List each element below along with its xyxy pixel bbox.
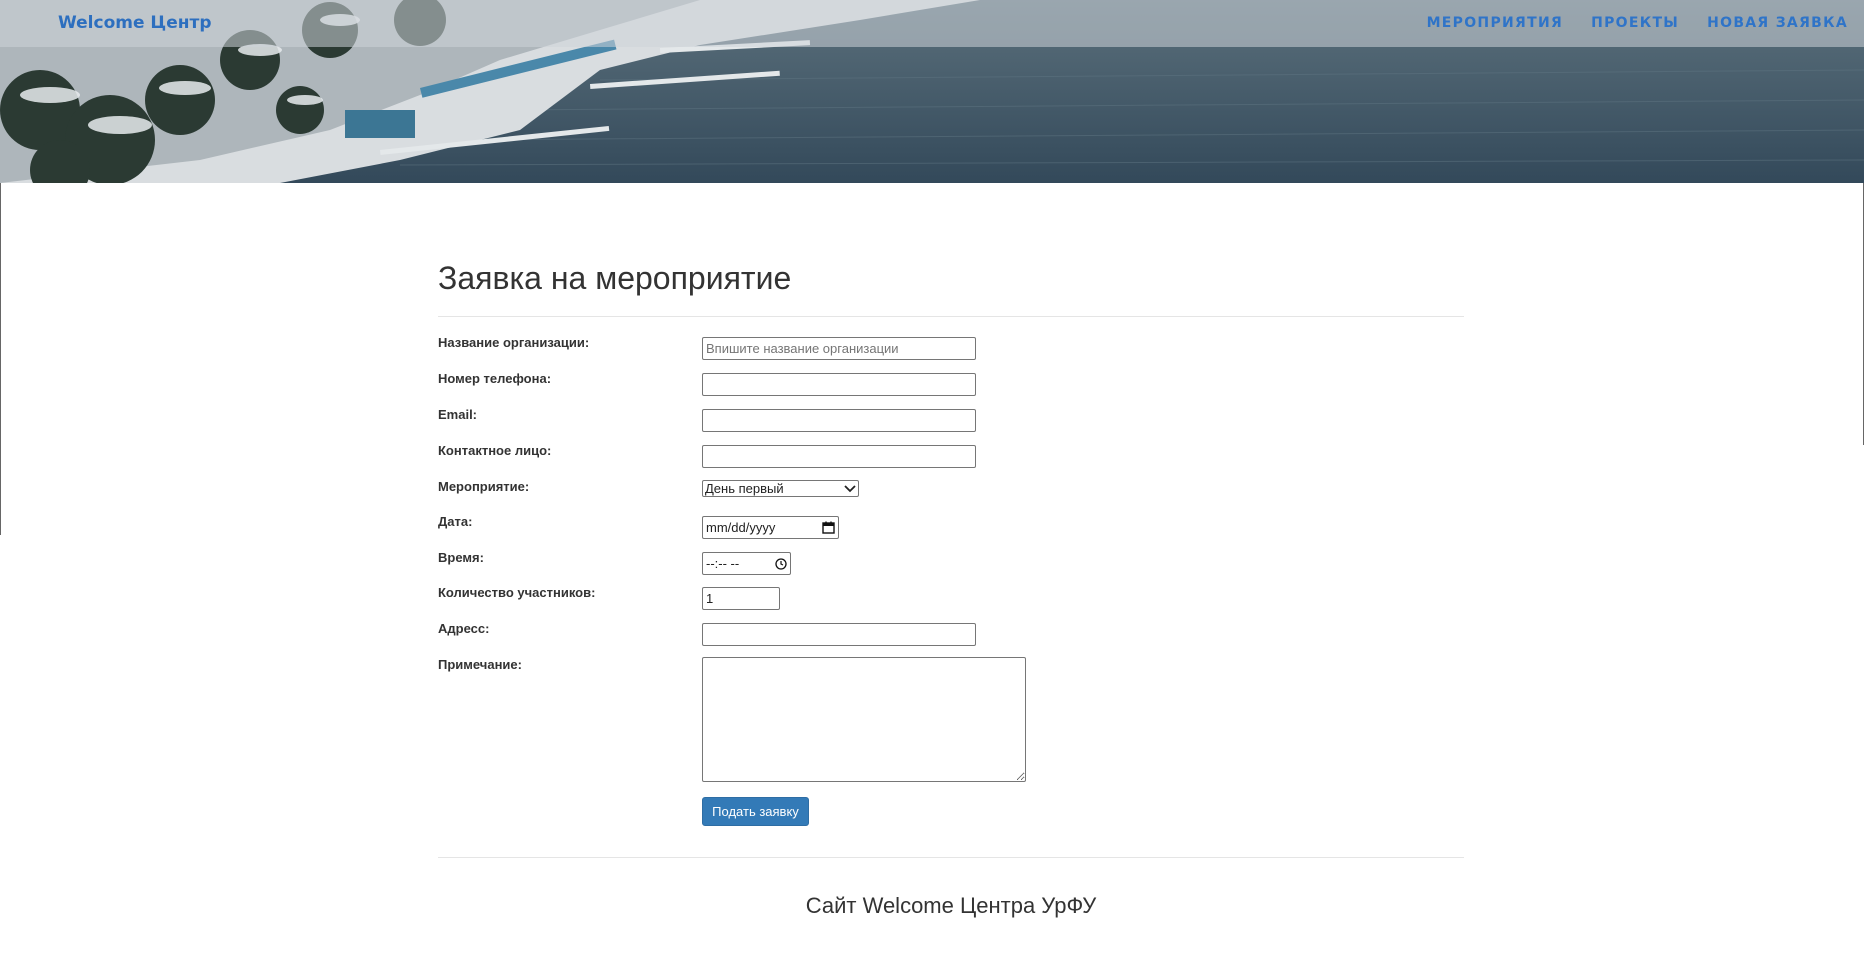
- phone-label: Номер телефона:: [438, 371, 552, 386]
- participants-label: Количество участников:: [438, 585, 596, 600]
- form-row-address: Адресс:: [438, 621, 1464, 647]
- participants-value: 1: [706, 591, 714, 606]
- organization-label: Название организации:: [438, 335, 590, 350]
- form-row-date: Дата: mm/dd/yyyy: [438, 514, 1464, 540]
- event-label: Мероприятие:: [438, 479, 530, 494]
- time-input[interactable]: --:-- --: [702, 552, 791, 575]
- date-input[interactable]: mm/dd/yyyy: [702, 516, 839, 539]
- form-row-note: Примечание:: [438, 657, 1464, 783]
- event-select-value: День первый: [705, 481, 784, 496]
- email-label: Email:: [438, 407, 478, 422]
- event-select[interactable]: День первый: [702, 480, 859, 497]
- clock-icon[interactable]: [775, 557, 787, 570]
- form-row-contact: Контактное лицо:: [438, 443, 1464, 469]
- organization-input[interactable]: [702, 337, 976, 360]
- form-row-time: Время: --:-- --: [438, 550, 1464, 576]
- nav-menu: МЕРОПРИЯТИЯ ПРОЕКТЫ НОВАЯ ЗАЯВКА: [1427, 15, 1848, 31]
- note-label: Примечание:: [438, 657, 522, 672]
- address-input[interactable]: [702, 623, 976, 646]
- brand-logo-link[interactable]: Welcome Центр: [58, 13, 212, 33]
- date-input-value: mm/dd/yyyy: [706, 520, 776, 535]
- form-row-phone: Номер телефона:: [438, 371, 1464, 397]
- navbar: Welcome Центр МЕРОПРИЯТИЯ ПРОЕКТЫ НОВАЯ …: [0, 0, 1864, 47]
- divider: [438, 316, 1464, 317]
- email-input[interactable]: [702, 409, 976, 432]
- contact-person-input[interactable]: [702, 445, 976, 468]
- page-title: Заявка на мероприятие: [438, 260, 792, 296]
- form-row-email: Email:: [438, 407, 1464, 433]
- chevron-down-icon: [844, 484, 856, 492]
- form-row-participants: Количество участников: 1: [438, 585, 1464, 611]
- contact-person-label: Контактное лицо:: [438, 443, 552, 458]
- calendar-icon[interactable]: [822, 521, 835, 534]
- participants-number-input[interactable]: 1: [702, 587, 780, 610]
- nav-link-new-request[interactable]: НОВАЯ ЗАЯВКА: [1707, 15, 1848, 31]
- header-banner: Welcome Центр МЕРОПРИЯТИЯ ПРОЕКТЫ НОВАЯ …: [0, 0, 1864, 183]
- form-row-event: Мероприятие: День первый: [438, 479, 1464, 505]
- submit-request-button[interactable]: Подать заявку: [702, 797, 809, 826]
- divider: [438, 857, 1464, 858]
- nav-link-projects[interactable]: ПРОЕКТЫ: [1591, 15, 1679, 31]
- nav-link-events[interactable]: МЕРОПРИЯТИЯ: [1427, 15, 1563, 31]
- form-row-organization: Название организации:: [438, 335, 1464, 361]
- date-label: Дата:: [438, 514, 473, 529]
- address-label: Адресс:: [438, 621, 490, 636]
- page-left-border: [0, 183, 1, 535]
- time-input-value: --:-- --: [706, 556, 740, 571]
- time-label: Время:: [438, 550, 484, 565]
- phone-input[interactable]: [702, 373, 976, 396]
- note-textarea[interactable]: [702, 657, 1026, 782]
- footer-text: Сайт Welcome Центра УрФУ: [805, 893, 1097, 918]
